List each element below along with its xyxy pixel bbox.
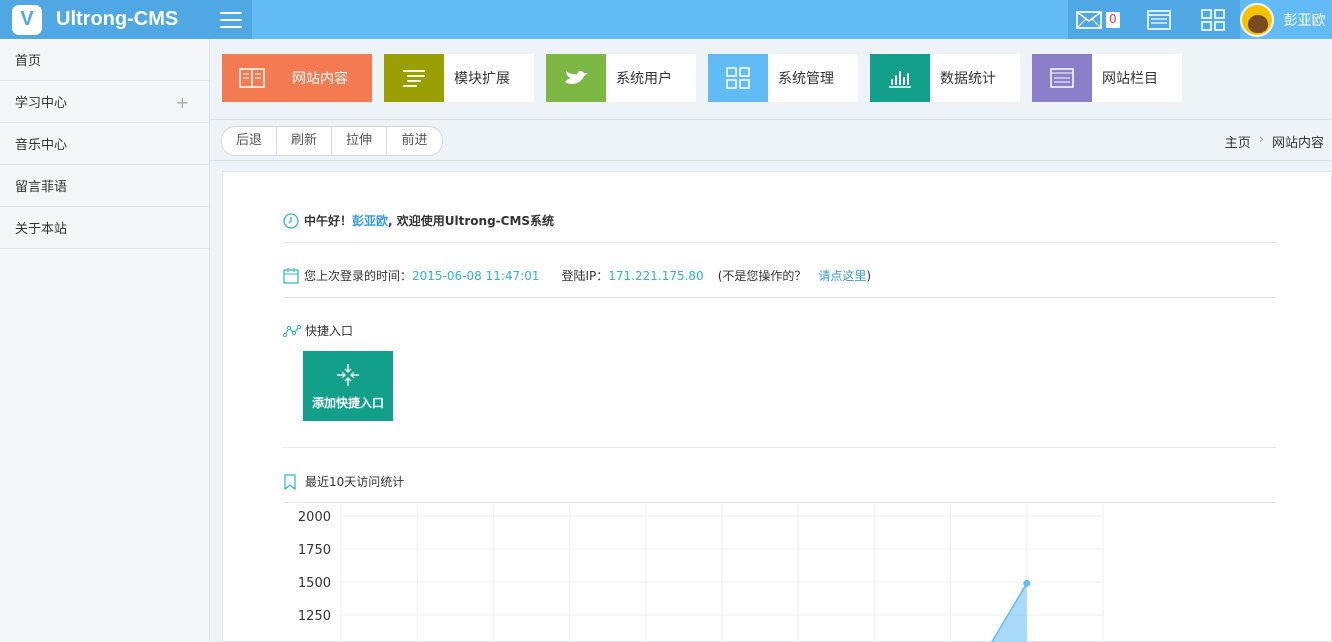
grid-icon	[708, 54, 768, 102]
list-icon	[384, 54, 444, 102]
window-icon	[1032, 54, 1092, 102]
bar-chart-icon	[870, 54, 930, 102]
sidebar-item-music[interactable]: 音乐中心	[0, 123, 209, 165]
avatar	[1239, 2, 1274, 37]
visit-stats-heading: 最近10天访问统计	[283, 473, 1276, 490]
y-tick-label: 1750	[298, 543, 331, 558]
brand[interactable]: V Ultrong-CMS	[0, 0, 210, 39]
module-tiles: 网站内容 模块扩展 系统用户 系统管理 数据统计 网站栏目	[222, 54, 1182, 102]
brand-name: Ultrong-CMS	[56, 8, 179, 30]
y-tick-label: 2000	[298, 510, 331, 525]
tile-site-columns[interactable]: 网站栏目	[1032, 54, 1182, 102]
tile-system-users[interactable]: 系统用户	[546, 54, 696, 102]
username: 彭亚欧	[1283, 12, 1326, 29]
tile-data-stats[interactable]: 数据统计	[870, 54, 1020, 102]
visit-stats-title: 最近10天访问统计	[305, 475, 405, 489]
expand-plus-icon[interactable]: +	[176, 93, 189, 112]
tile-module-ext[interactable]: 模块扩展	[384, 54, 534, 102]
bookmark-icon	[284, 473, 296, 490]
y-tick-label: 1250	[298, 609, 331, 624]
hamburger-icon	[220, 11, 242, 14]
menu-toggle-button[interactable]	[210, 0, 252, 39]
stretch-button[interactable]: 拉伸	[332, 127, 387, 155]
mail-icon	[1076, 10, 1102, 29]
quick-entry-heading: 快捷入口	[283, 322, 1276, 339]
add-shortcut-button[interactable]: 添加快捷入口	[303, 351, 393, 421]
click-here-link[interactable]: 请点这里	[818, 267, 866, 284]
y-tick-label: 1500	[298, 576, 331, 591]
window-button[interactable]	[1131, 0, 1186, 39]
visit-chart: 2000 1750 1500 1250	[283, 502, 1283, 642]
header-actions: 0 彭亚欧	[1068, 0, 1332, 39]
note-close-paren: )	[866, 268, 872, 283]
not-you-note: (不是您操作的？	[717, 269, 807, 283]
content-icon	[222, 54, 282, 102]
last-login-time: 2015-06-08 11:47:01	[412, 268, 540, 283]
quick-entry-title: 快捷入口	[305, 324, 354, 338]
nav-button-group: 后退 刷新 拉伸 前进	[221, 126, 443, 156]
bird-icon	[546, 54, 606, 102]
calendar-icon	[283, 267, 299, 284]
sidebar: 首页 学习中心 + 音乐中心 留言菲语 关于本站	[0, 39, 210, 642]
divider	[283, 297, 1276, 298]
data-point[interactable]	[1023, 579, 1031, 587]
greeting: 中午好！	[304, 214, 353, 228]
sidebar-item-about[interactable]: 关于本站	[0, 207, 209, 249]
divider	[283, 447, 1276, 448]
sidebar-item-home[interactable]: 首页	[0, 39, 209, 81]
login-ip: 171.221.175.80	[608, 268, 704, 283]
clock-icon	[283, 212, 299, 229]
breadcrumb-current: 网站内容	[1271, 136, 1324, 151]
visit-chart-svg: 2000 1750 1500 1250	[298, 504, 1104, 642]
welcome-suffix: , 欢迎使用Ultrong-CMS系统	[388, 214, 555, 228]
grid-button[interactable]	[1185, 0, 1240, 39]
content-panel: 中午好！ 彭亚欧 , 欢迎使用Ultrong-CMS系统 您上次登录的时间： 2…	[222, 171, 1332, 642]
nav-bar: 后退 刷新 拉伸 前进 主页 › 网站内容	[210, 119, 1332, 161]
compress-arrows-icon	[337, 363, 359, 386]
breadcrumb-separator: ›	[1258, 132, 1264, 147]
breadcrumb-home[interactable]: 主页	[1225, 132, 1251, 151]
back-button[interactable]: 后退	[222, 127, 277, 155]
user-menu[interactable]: 彭亚欧	[1239, 0, 1332, 39]
last-login-row: 您上次登录的时间： 2015-06-08 11:47:01 登陆IP： 171.…	[283, 267, 1276, 284]
graph-nodes-icon	[283, 324, 301, 337]
last-login-label: 您上次登录的时间：	[304, 269, 413, 283]
refresh-button[interactable]: 刷新	[277, 127, 332, 155]
tile-site-content[interactable]: 网站内容	[222, 54, 372, 102]
divider	[283, 242, 1276, 243]
window-icon	[1146, 9, 1171, 30]
vimeo-logo-icon: V	[12, 4, 42, 35]
welcome-username[interactable]: 彭亚欧	[352, 212, 388, 229]
login-ip-label: 登陆IP：	[561, 269, 609, 283]
mail-count-badge: 0	[1106, 11, 1120, 28]
sidebar-item-learning[interactable]: 学习中心 +	[0, 81, 209, 123]
add-shortcut-label: 添加快捷入口	[311, 395, 384, 410]
messages-button[interactable]: 0	[1068, 0, 1132, 39]
tile-system-admin[interactable]: 系统管理	[708, 54, 858, 102]
top-header: V Ultrong-CMS 0 彭亚欧	[0, 0, 1332, 39]
breadcrumb: 主页 › 网站内容	[1225, 132, 1324, 151]
sidebar-item-messages[interactable]: 留言菲语	[0, 165, 209, 207]
forward-button[interactable]: 前进	[387, 127, 442, 155]
grid-icon	[1200, 8, 1225, 31]
welcome-row: 中午好！ 彭亚欧 , 欢迎使用Ultrong-CMS系统	[283, 212, 1276, 229]
